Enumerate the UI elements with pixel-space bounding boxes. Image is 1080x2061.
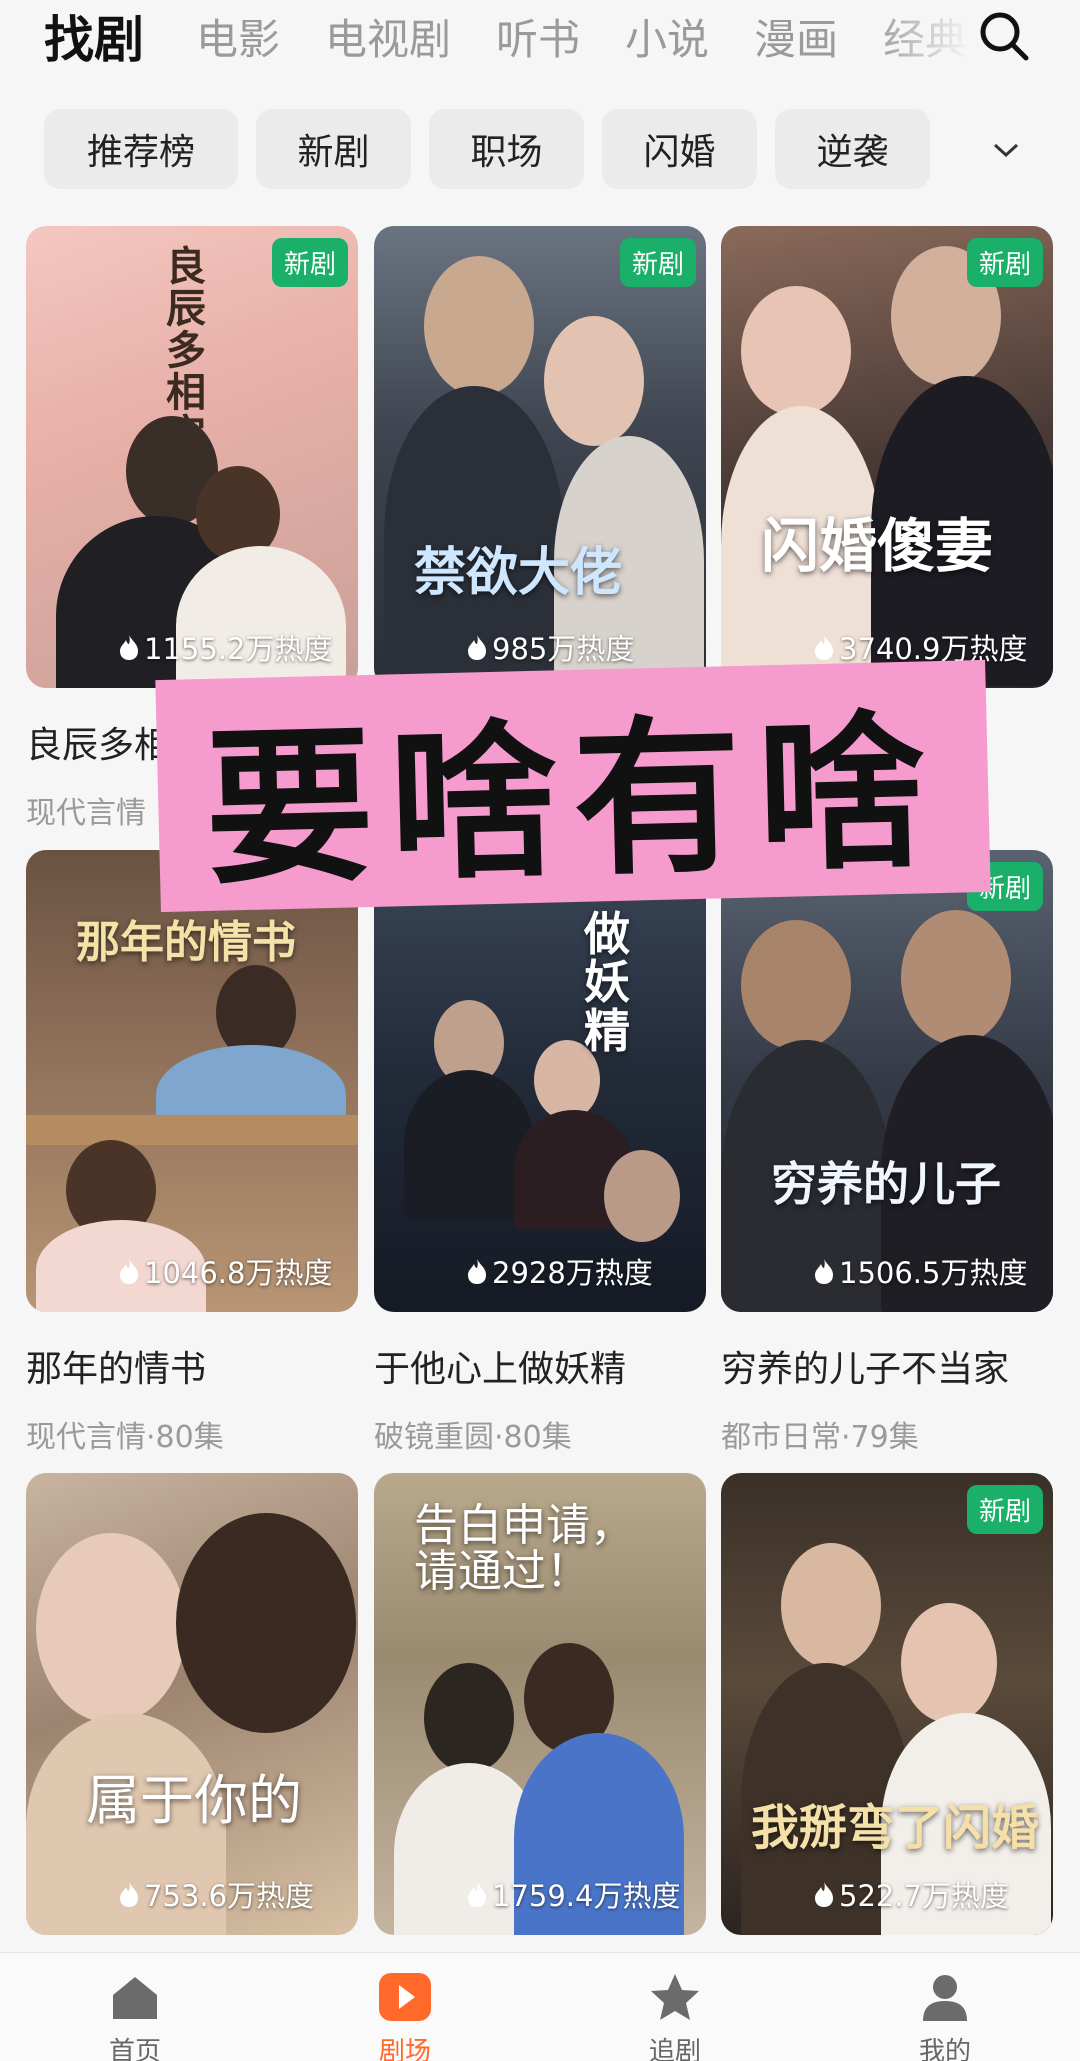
heat-text: 1506.5万热度 xyxy=(839,1256,1028,1290)
tab-label: 我的 xyxy=(918,2037,971,2061)
flame-icon xyxy=(120,1882,138,1907)
heat-text: 1046.8万热度 xyxy=(144,1256,333,1290)
card-meta: 现代言情·80集 xyxy=(26,1420,224,1455)
flame-icon xyxy=(468,1882,486,1907)
new-badge: 新剧 xyxy=(271,238,348,287)
chevron-down-icon xyxy=(993,143,1019,158)
poster-title-text: 禁欲大佬 xyxy=(414,542,623,603)
poster: 禁欲大佬 新剧 985万热度 xyxy=(374,226,706,688)
poster-title-text: 闪婚傻妻 xyxy=(761,512,994,580)
chip-flash-marriage[interactable]: 闪婚 xyxy=(602,109,757,189)
heat-text: 753.6万热度 xyxy=(144,1879,315,1913)
heat-count: 2928万热度 xyxy=(466,1250,653,1292)
drama-card[interactable]: 闪婚傻妻 新剧 3740.9万热度 xyxy=(721,226,1053,688)
flame-icon xyxy=(120,1259,138,1284)
new-badge: 新剧 xyxy=(966,1485,1043,1534)
heat-text: 1155.2万热度 xyxy=(144,632,333,666)
heat-count: 1759.4万热度 xyxy=(466,1873,680,1915)
home-icon xyxy=(113,1977,157,2019)
flame-icon xyxy=(815,635,833,660)
poster: 良辰多相宜 新剧 1155.2万热度 xyxy=(26,226,358,688)
chip-new[interactable]: 新剧 xyxy=(256,109,411,189)
heat-text: 2928万热度 xyxy=(492,1256,653,1290)
heat-count: 1046.8万热度 xyxy=(118,1250,332,1292)
tab-label: 剧场 xyxy=(378,2037,431,2061)
play-icon xyxy=(379,1973,431,2021)
poster-title-text: 那年的情书 xyxy=(76,917,296,968)
poster-title-text: 属于你的 xyxy=(86,1769,302,1832)
new-badge: 新剧 xyxy=(966,238,1043,287)
bottom-tab-profile[interactable]: 我的 xyxy=(885,1971,1005,2061)
search-button[interactable] xyxy=(976,8,1032,64)
flame-icon xyxy=(468,1259,486,1284)
heat-count: 753.6万热度 xyxy=(118,1873,314,1915)
drama-card[interactable]: 那年的情书 1046.8万热度 那年的情书 现代言情·80集 xyxy=(26,850,358,1456)
poster: 我掰弯了闪婚 新剧 522.7万热度 xyxy=(721,1473,1053,1935)
chip-comeback[interactable]: 逆袭 xyxy=(775,109,930,189)
card-meta: 破镜重圆·80集 xyxy=(374,1420,572,1455)
bottom-tab-home[interactable]: 首页 xyxy=(75,1971,195,2061)
bottom-tab-bar: 首页 剧场 追剧 我的 xyxy=(0,1952,1080,2061)
poster: 属于你的 753.6万热度 xyxy=(26,1473,358,1935)
drama-card[interactable]: 禁欲大佬 新剧 985万热度 xyxy=(374,226,706,688)
drama-card[interactable]: 告白申请，请通过！ 1759.4万热度 xyxy=(374,1473,706,1935)
card-title: 于他心上做妖精 xyxy=(374,1349,627,1390)
tab-comics[interactable]: 漫画 xyxy=(754,19,838,61)
poster: 做妖精 2928万热度 xyxy=(374,850,706,1312)
poster: 闪婚傻妻 新剧 3740.9万热度 xyxy=(721,226,1053,688)
tab-label: 追剧 xyxy=(648,2037,701,2061)
filter-chips: 推荐榜 新剧 职场 闪婚 逆袭 xyxy=(44,109,930,189)
drama-card[interactable]: 我掰弯了闪婚 新剧 522.7万热度 xyxy=(721,1473,1053,1935)
poster: 告白申请，请通过！ 1759.4万热度 xyxy=(374,1473,706,1935)
banner-text: 要啥有啥 xyxy=(203,693,944,908)
drama-card[interactable]: 属于你的 753.6万热度 xyxy=(26,1473,358,1935)
heat-count: 522.7万热度 xyxy=(813,1873,1009,1915)
heat-text: 1759.4万热度 xyxy=(492,1879,681,1913)
tab-label: 首页 xyxy=(108,2037,161,2061)
flame-icon xyxy=(815,1882,833,1907)
tab-movies[interactable]: 电影 xyxy=(196,19,280,61)
heat-count: 985万热度 xyxy=(466,626,634,668)
overlay-banner: 要啥有啥 xyxy=(155,659,991,913)
bottom-tab-following[interactable]: 追剧 xyxy=(615,1971,735,2061)
drama-theater-page: 找剧 电影 电视剧 听书 小说 漫画 经典 推荐榜 新剧 职场 闪婚 逆袭 良辰… xyxy=(0,0,1080,2061)
heat-text: 985万热度 xyxy=(492,632,635,666)
bottom-tab-theater[interactable]: 剧场 xyxy=(345,1971,465,2061)
heat-text: 522.7万热度 xyxy=(839,1879,1010,1913)
poster-title-text: 穷养的儿子 xyxy=(771,1157,1001,1211)
search-icon xyxy=(980,12,1029,61)
star-icon xyxy=(651,1974,699,2020)
chip-workplace[interactable]: 职场 xyxy=(429,109,584,189)
chip-recommended[interactable]: 推荐榜 xyxy=(44,109,238,189)
tab-novels[interactable]: 小说 xyxy=(625,19,709,61)
drama-card[interactable]: 穷养的儿子 新剧 1506.5万热度 穷养的儿子不当家 都市日常·79集 xyxy=(721,850,1053,1456)
flame-icon xyxy=(468,635,486,660)
tab-find-drama[interactable]: 找剧 xyxy=(44,15,144,65)
user-icon xyxy=(923,1975,967,2021)
heat-count: 1155.2万热度 xyxy=(118,626,332,668)
poster-title-text: 告白申请，请通过！ xyxy=(414,1500,634,1598)
poster: 穷养的儿子 新剧 1506.5万热度 xyxy=(721,850,1053,1312)
nav-fade xyxy=(870,0,990,80)
drama-card[interactable]: 做妖精 2928万热度 于他心上做妖精 破镜重圆·80集 xyxy=(374,850,706,1456)
flame-icon xyxy=(815,1259,833,1284)
poster-title-text: 我掰弯了闪婚 xyxy=(751,1800,1040,1856)
poster-title-text: 做妖精 xyxy=(584,907,630,1058)
card-meta: 都市日常·79集 xyxy=(721,1420,919,1455)
flame-icon xyxy=(120,635,138,660)
tab-audiobooks[interactable]: 听书 xyxy=(496,19,580,61)
poster: 那年的情书 1046.8万热度 xyxy=(26,850,358,1312)
card-title: 那年的情书 xyxy=(26,1349,207,1390)
heat-count: 1506.5万热度 xyxy=(813,1250,1027,1292)
new-badge: 新剧 xyxy=(619,238,696,287)
tab-tv-series[interactable]: 电视剧 xyxy=(325,19,451,61)
card-title: 穷养的儿子不当家 xyxy=(721,1349,1010,1390)
expand-filters-button[interactable] xyxy=(976,120,1036,180)
